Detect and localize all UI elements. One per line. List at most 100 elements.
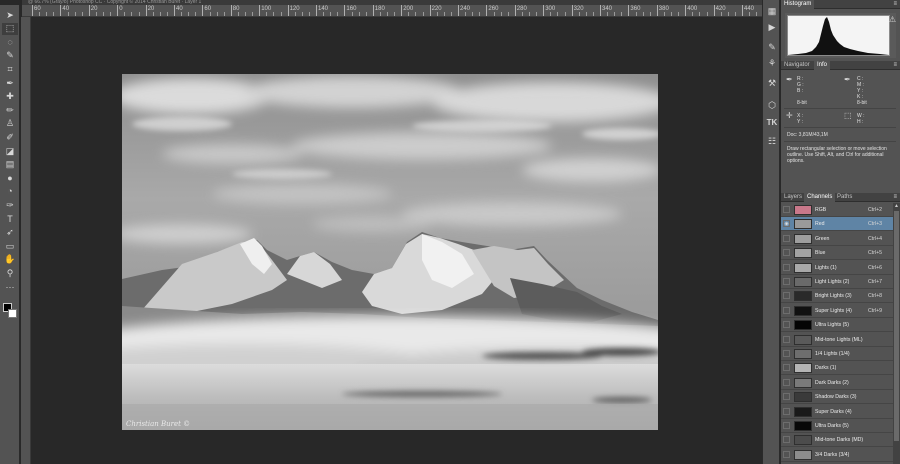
play-action-icon[interactable]: ▶ <box>766 22 778 32</box>
quick-select-tool-icon[interactable]: ✎ <box>2 50 18 62</box>
channel-row[interactable]: Shadow Darks (3) <box>781 390 893 405</box>
visibility-toggle[interactable] <box>783 422 790 429</box>
channel-row[interactable]: Lights (1) Ctrl+6 <box>781 261 893 275</box>
histogram-menu-icon[interactable]: ≡ <box>893 0 897 9</box>
ruler-major-tick <box>514 5 516 16</box>
tab-navigator[interactable]: Navigator <box>781 61 813 70</box>
channel-row[interactable]: Bright Lights (3) Ctrl+8 <box>781 289 893 304</box>
ruler-minor-tick <box>614 12 616 16</box>
channel-name: Bright Lights (3) <box>815 293 852 300</box>
tab-histogram[interactable]: Histogram <box>781 0 815 9</box>
visibility-toggle[interactable] <box>783 350 790 357</box>
history-brush-tool-icon[interactable]: ✐ <box>2 131 18 143</box>
brush-tool-icon[interactable]: ✏ <box>2 104 18 116</box>
channel-row[interactable]: Dark Darks (2) <box>781 376 893 390</box>
channels-menu-icon[interactable]: ≡ <box>893 193 897 202</box>
properties-panel-icon[interactable]: ☷ <box>766 136 778 146</box>
dodge-tool-icon[interactable]: ◔ <box>2 186 18 198</box>
tool-presets-icon[interactable]: ⚒ <box>766 78 778 88</box>
channel-row[interactable]: 1/4 Lights (1/4) <box>781 347 893 361</box>
visibility-toggle[interactable] <box>783 206 790 213</box>
path-select-tool-icon[interactable]: ➶ <box>2 227 18 239</box>
move-tool-icon[interactable]: ➤ <box>2 9 18 21</box>
channel-row[interactable]: Mid-tone Lights (ML) <box>781 333 893 347</box>
info-menu-icon[interactable]: ≡ <box>893 61 897 70</box>
tab-info[interactable]: Info <box>814 61 831 70</box>
channel-row[interactable]: ◉ Red Ctrl+3 <box>781 217 893 232</box>
tab-paths[interactable]: Paths <box>834 193 855 202</box>
canvas-area[interactable]: Christian Buret © <box>32 17 762 464</box>
visibility-toggle[interactable] <box>783 263 790 271</box>
marquee-tool-icon[interactable]: ⬚ <box>2 22 18 35</box>
hand-tool-icon[interactable]: ✋ <box>2 254 18 266</box>
channel-row[interactable]: Green Ctrl+4 <box>781 232 893 246</box>
healing-brush-tool-icon[interactable]: ✚ <box>2 91 18 103</box>
3d-panel-icon[interactable]: ⬡ <box>766 100 778 110</box>
visibility-toggle[interactable] <box>783 321 790 329</box>
visibility-toggle[interactable] <box>783 378 790 386</box>
tab-channels[interactable]: Channels <box>804 193 836 202</box>
visibility-toggle[interactable] <box>783 292 790 300</box>
ruler-minor-tick <box>450 12 452 16</box>
crop-tool-icon[interactable]: ⌗ <box>2 63 18 75</box>
vertical-ruler[interactable] <box>21 17 31 464</box>
lasso-tool-icon[interactable]: ◌ <box>2 36 18 48</box>
brush-presets-icon[interactable]: ⚘ <box>766 58 778 68</box>
channel-row[interactable]: Super Lights (4) Ctrl+9 <box>781 304 893 318</box>
visibility-toggle[interactable] <box>783 364 790 372</box>
visibility-toggle[interactable] <box>783 249 790 257</box>
clone-stamp-tool-icon[interactable]: ♙ <box>2 118 18 130</box>
shape-tool-icon[interactable]: ▭ <box>2 240 18 252</box>
ruler-minor-tick <box>294 12 296 16</box>
visibility-toggle[interactable] <box>783 335 790 343</box>
ruler-major-tick <box>287 5 289 16</box>
visibility-toggle[interactable] <box>783 436 790 444</box>
channel-shortcut: Ctrl+5 <box>868 250 882 257</box>
channel-row[interactable]: Darks (1) <box>781 361 893 376</box>
visibility-toggle[interactable] <box>783 407 790 415</box>
channel-name: Blue <box>815 250 826 257</box>
right-panels: Histogram ≡ ⚠ Navigator Info ≡ ✒ R : G :… <box>781 0 900 464</box>
ruler-minor-tick <box>110 12 112 16</box>
background-color-swatch[interactable] <box>8 309 17 318</box>
channel-row[interactable]: Ultra Lights (5) <box>781 318 893 333</box>
channel-name: Super Darks (4) <box>815 408 852 415</box>
cache-warning-icon[interactable]: ⚠ <box>889 15 896 24</box>
channel-row[interactable]: Mid-tone Darks (MD) <box>781 433 893 448</box>
visibility-toggle[interactable] <box>783 234 790 242</box>
tab-layers[interactable]: Layers <box>781 193 805 202</box>
ruler-major-tick <box>316 5 317 16</box>
ruler-minor-tick <box>671 12 672 16</box>
visibility-toggle[interactable] <box>783 450 790 458</box>
channel-row[interactable]: Ultra Darks (5) <box>781 419 893 433</box>
gradient-tool-icon[interactable]: ▤ <box>2 159 18 171</box>
eyedropper-tool-icon[interactable]: ✒ <box>2 77 18 89</box>
channel-row[interactable]: RGB Ctrl+2 <box>781 203 893 217</box>
tk-panel-icon[interactable]: TK <box>766 118 778 128</box>
channel-row[interactable]: 3/4 Darks (3/4) <box>781 448 893 462</box>
scroll-up-icon[interactable]: ▲ <box>894 203 899 209</box>
channel-row[interactable]: Super Darks (4) <box>781 405 893 419</box>
ruler-major-tick <box>458 5 459 16</box>
brush-panel-icon[interactable]: ✎ <box>766 42 778 52</box>
eye-icon[interactable]: ◉ <box>783 220 790 228</box>
history-panel-icon[interactable]: ▦ <box>766 6 778 16</box>
channel-row[interactable]: Blue Ctrl+5 <box>781 246 893 261</box>
ruler-minor-tick <box>394 12 396 16</box>
eraser-tool-icon[interactable]: ◪ <box>2 145 18 157</box>
visibility-toggle[interactable] <box>783 278 790 285</box>
channels-scrollbar[interactable]: ▲ <box>893 203 900 464</box>
horizontal-ruler[interactable]: 60 40 20 0 20 40 60 80 100 120 140 160 180 200 220 240 2… <box>22 5 765 17</box>
pen-tool-icon[interactable]: ✑ <box>2 199 18 211</box>
zoom-tool-icon[interactable]: ⚲ <box>2 267 18 279</box>
document-image[interactable]: Christian Buret © <box>122 74 658 430</box>
ruler-minor-tick <box>124 12 126 16</box>
channel-name: Green <box>815 235 830 242</box>
visibility-toggle[interactable] <box>783 393 790 401</box>
blur-tool-icon[interactable]: ● <box>2 172 18 184</box>
type-tool-icon[interactable]: T <box>2 213 18 225</box>
channel-row[interactable]: Light Lights (2) Ctrl+7 <box>781 275 893 289</box>
scrollbar-thumb[interactable] <box>894 211 899 441</box>
visibility-toggle[interactable] <box>783 306 790 314</box>
more-tools-icon[interactable]: ··· <box>2 281 18 293</box>
